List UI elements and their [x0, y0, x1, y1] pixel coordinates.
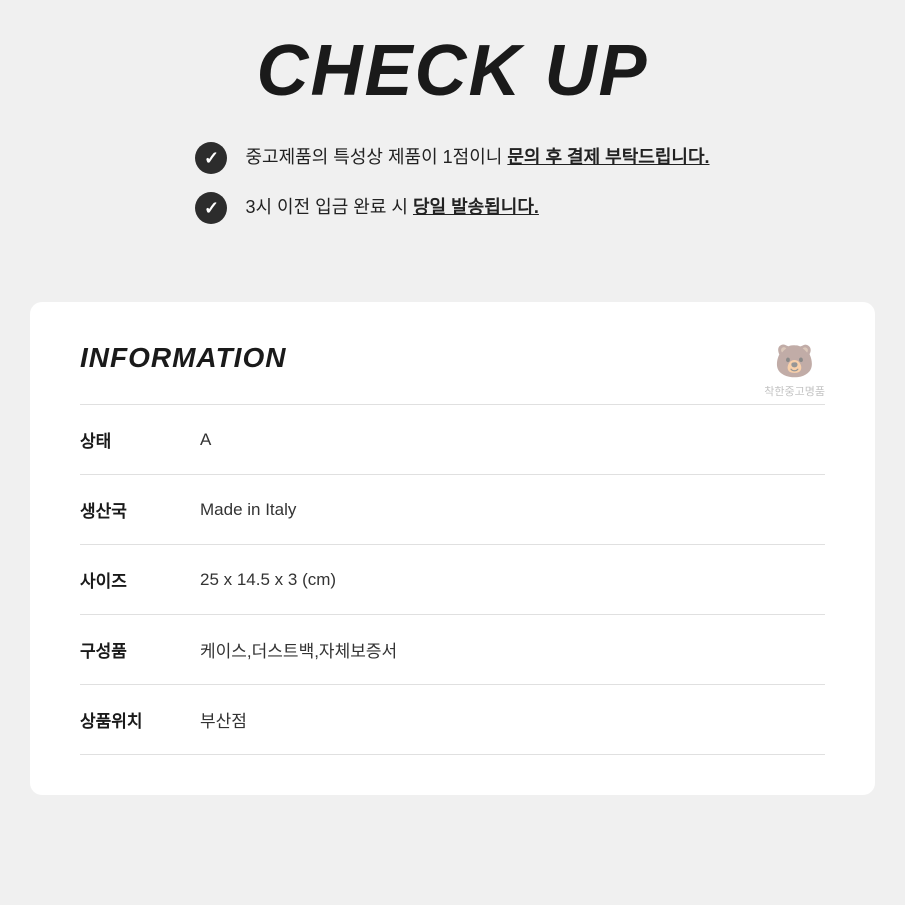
table-row: 생산국 Made in Italy [80, 475, 825, 545]
checkup-item-2: 3시 이전 입금 완료 시 당일 발송됩니다. [195, 192, 709, 224]
table-row: 상태 A [80, 405, 825, 475]
checkup-text-1: 중고제품의 특성상 제품이 1점이니 문의 후 결제 부탁드립니다. [245, 145, 709, 170]
check-icon-2 [195, 192, 227, 224]
table-row: 사이즈 25 x 14.5 x 3 (cm) [80, 545, 825, 615]
table-row: 구성품 케이스,더스트백,자체보증서 [80, 615, 825, 685]
information-title: INFORMATION [80, 342, 825, 374]
page-wrapper: CHECK UP 중고제품의 특성상 제품이 1점이니 문의 후 결제 부탁드립… [0, 0, 905, 825]
label-size: 사이즈 [80, 545, 200, 615]
label-status: 상태 [80, 405, 200, 475]
checkup-section: CHECK UP 중고제품의 특성상 제품이 1점이니 문의 후 결제 부탁드립… [0, 0, 905, 282]
checkup-item-1: 중고제품의 특성상 제품이 1점이니 문의 후 결제 부탁드립니다. [195, 142, 709, 174]
checkup-items: 중고제품의 특성상 제품이 1점이니 문의 후 결제 부탁드립니다. 3시 이전… [195, 142, 709, 242]
check-icon-1 [195, 142, 227, 174]
label-origin: 생산국 [80, 475, 200, 545]
value-size: 25 x 14.5 x 3 (cm) [200, 545, 825, 615]
bear-icon: 🐻 [764, 342, 825, 380]
value-status: A [200, 405, 825, 475]
value-origin: Made in Italy [200, 475, 825, 545]
checkup-text-2: 3시 이전 입금 완료 시 당일 발송됩니다. [245, 195, 538, 220]
label-location: 상품위치 [80, 685, 200, 755]
information-table: 상태 A 생산국 Made in Italy 사이즈 25 x 14.5 x 3… [80, 404, 825, 755]
information-card: INFORMATION 🐻 착한중고명품 상태 A 생산국 Made in It… [30, 302, 875, 795]
brand-text: 착한중고명품 [764, 386, 825, 398]
checkup-title: CHECK UP [60, 30, 845, 112]
value-location: 부산점 [200, 685, 825, 755]
table-row: 상품위치 부산점 [80, 685, 825, 755]
brand-watermark: 🐻 착한중고명품 [764, 342, 825, 400]
value-components: 케이스,더스트백,자체보증서 [200, 615, 825, 685]
label-components: 구성품 [80, 615, 200, 685]
